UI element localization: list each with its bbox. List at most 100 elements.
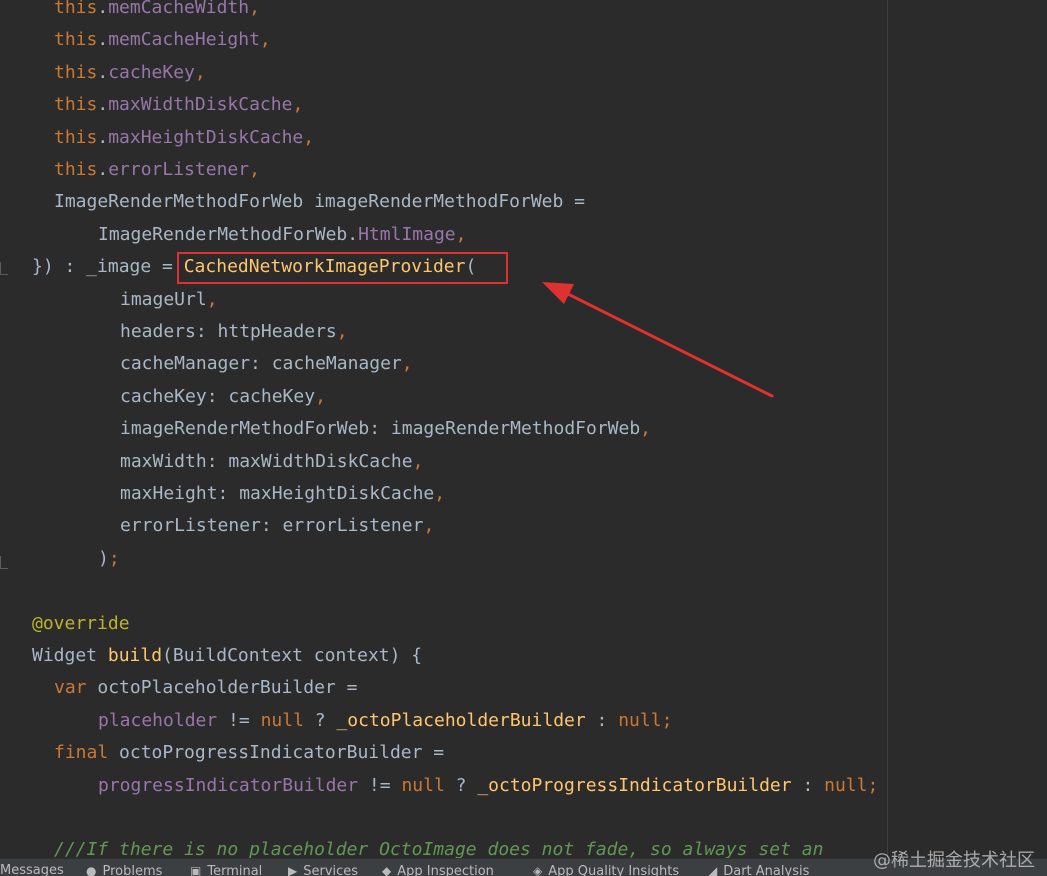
terminal-icon: ▣	[190, 864, 202, 876]
code-token: maxHeightDiskCache	[108, 126, 304, 148]
tool-window-dart-analysis[interactable]: ◢ Dart Analysis	[708, 862, 809, 876]
code-token: :	[791, 774, 825, 796]
code-token: this	[54, 0, 98, 18]
problems-icon: ●	[86, 864, 97, 876]
tool-window-label: Messages	[0, 863, 64, 876]
code-token: ,	[315, 385, 326, 407]
code-token: )	[98, 547, 109, 569]
code-line[interactable]: imageRenderMethodForWeb: imageRenderMeth…	[120, 413, 651, 445]
code-line[interactable]: Widget build(BuildContext context) {	[32, 640, 422, 672]
code-line[interactable]: maxWidth: maxWidthDiskCache,	[120, 446, 423, 478]
code-line[interactable]: headers: httpHeaders,	[120, 316, 348, 348]
code-token: ,	[194, 61, 206, 83]
code-token: _octoPlaceholderBuilder	[336, 709, 586, 731]
tool-window-services[interactable]: ▶ Services	[288, 862, 358, 876]
app-quality-insights-icon: ◈	[533, 864, 543, 876]
annotation-arrow	[542, 282, 774, 398]
tool-window-app-quality-insights[interactable]: ◈ App Quality Insights	[533, 862, 679, 876]
code-token: this	[54, 29, 98, 51]
code-line[interactable]: this.maxWidthDiskCache,	[54, 89, 303, 121]
code-token: CachedNetworkImageProvider	[183, 256, 466, 278]
code-token: .	[97, 159, 109, 180]
code-line[interactable]: ///If there is no placeholder OctoImage …	[54, 834, 823, 858]
code-token: errorListener	[108, 159, 250, 180]
code-token: null	[401, 774, 445, 796]
code-line[interactable]: imageUrl,	[120, 284, 218, 316]
code-token: :	[585, 709, 619, 731]
code-token: ?	[303, 709, 337, 731]
app-inspection-icon: ◆	[382, 864, 392, 876]
tool-window-label: Services	[303, 864, 359, 876]
code-token: progressIndicatorBuilder	[98, 774, 359, 796]
code-token: this	[54, 94, 98, 116]
code-token: ,	[303, 126, 315, 148]
code-token: octoPlaceholderBuilder =	[97, 677, 358, 699]
code-token: .	[97, 0, 109, 18]
code-token: errorListener: errorListener	[120, 515, 424, 537]
code-token: this	[54, 61, 98, 83]
code-line[interactable]: this.cacheKey,	[54, 57, 206, 89]
code-line[interactable]: cacheManager: cacheManager,	[120, 348, 413, 380]
code-token: ,	[249, 159, 260, 180]
code-line[interactable]: this.memCacheHeight,	[54, 24, 271, 56]
code-token: headers: httpHeaders	[120, 321, 337, 342]
code-token: this	[54, 159, 98, 180]
code-token: ,	[292, 94, 304, 116]
code-token: ,	[412, 450, 424, 472]
code-token: ?	[444, 774, 478, 796]
code-line[interactable]: progressIndicatorBuilder != null ? _octo…	[98, 770, 878, 802]
code-token: @override	[32, 612, 130, 634]
code-token: ,	[434, 483, 446, 504]
services-icon: ▶	[288, 864, 298, 876]
code-token: !=	[358, 774, 402, 796]
tool-window-terminal[interactable]: ▣ Terminal	[190, 862, 262, 876]
code-line[interactable]: cacheKey: cacheKey,	[120, 381, 326, 413]
tool-window-problems[interactable]: ● Problems	[86, 862, 162, 876]
code-token: .	[97, 61, 109, 83]
tool-window-label: Problems	[102, 864, 163, 876]
tool-window-label: App Inspection	[397, 864, 494, 876]
code-token: null;	[618, 709, 673, 731]
code-token: maxHeight: maxHeightDiskCache	[120, 483, 435, 504]
code-token: _octoProgressIndicatorBuilder	[477, 774, 792, 796]
code-token: this	[54, 126, 98, 148]
code-token: cacheManager: cacheManager	[120, 353, 402, 375]
code-line[interactable]: );	[98, 543, 120, 575]
code-token: memCacheHeight	[108, 29, 260, 51]
fold-marker-icon[interactable]	[0, 556, 8, 569]
code-token: (	[465, 256, 477, 278]
code-line[interactable]: final octoProgressIndicatorBuilder =	[54, 737, 444, 769]
code-line[interactable]: this.maxHeightDiskCache,	[54, 122, 314, 154]
code-token: ImageRenderMethodForWeb imageRenderMetho…	[54, 191, 586, 213]
code-line[interactable]: ImageRenderMethodForWeb imageRenderMetho…	[54, 186, 585, 218]
code-line[interactable]: maxHeight: maxHeightDiskCache,	[120, 478, 445, 510]
code-line[interactable]: this.memCacheWidth,	[54, 0, 260, 24]
code-token: .	[97, 94, 109, 116]
code-line[interactable]: @override	[32, 608, 130, 640]
code-token: imageRenderMethodForWeb: imageRenderMeth…	[120, 418, 641, 440]
code-line[interactable]: placeholder != null ? _octoPlaceholderBu…	[98, 705, 672, 737]
tool-window-app-inspection[interactable]: ◆ App Inspection	[382, 862, 494, 876]
code-token: HtmlImage	[358, 223, 456, 245]
code-line[interactable]: errorListener: errorListener,	[120, 510, 434, 542]
tool-window-label: Dart Analysis	[723, 864, 810, 876]
code-line[interactable]: }) : _image = CachedNetworkImageProvider…	[32, 251, 476, 283]
code-token: maxWidth: maxWidthDiskCache	[120, 450, 413, 472]
code-line[interactable]: this.errorListener,	[54, 154, 260, 186]
code-line[interactable]: ImageRenderMethodForWeb.HtmlImage,	[98, 219, 466, 251]
code-token: ,	[640, 418, 652, 440]
code-token: memCacheWidth	[108, 0, 250, 18]
code-token: }) : _image =	[32, 256, 184, 278]
code-token: placeholder	[98, 709, 218, 731]
tool-window-messages[interactable]: Messages	[0, 862, 64, 876]
code-token: final	[54, 742, 120, 764]
watermark: @稀土掘金技术社区	[873, 850, 1035, 871]
code-token: octoProgressIndicatorBuilder =	[119, 742, 445, 764]
code-token: ,	[249, 0, 260, 18]
code-editor[interactable]: this.memCacheWidth, this.memCacheHeight, t…	[0, 0, 1047, 858]
code-line[interactable]: var octoPlaceholderBuilder =	[54, 672, 357, 704]
code-token: cacheKey: cacheKey	[120, 385, 316, 407]
code-token: ,	[206, 288, 218, 310]
fold-marker-icon[interactable]	[0, 262, 8, 275]
code-token: ,	[401, 353, 413, 375]
